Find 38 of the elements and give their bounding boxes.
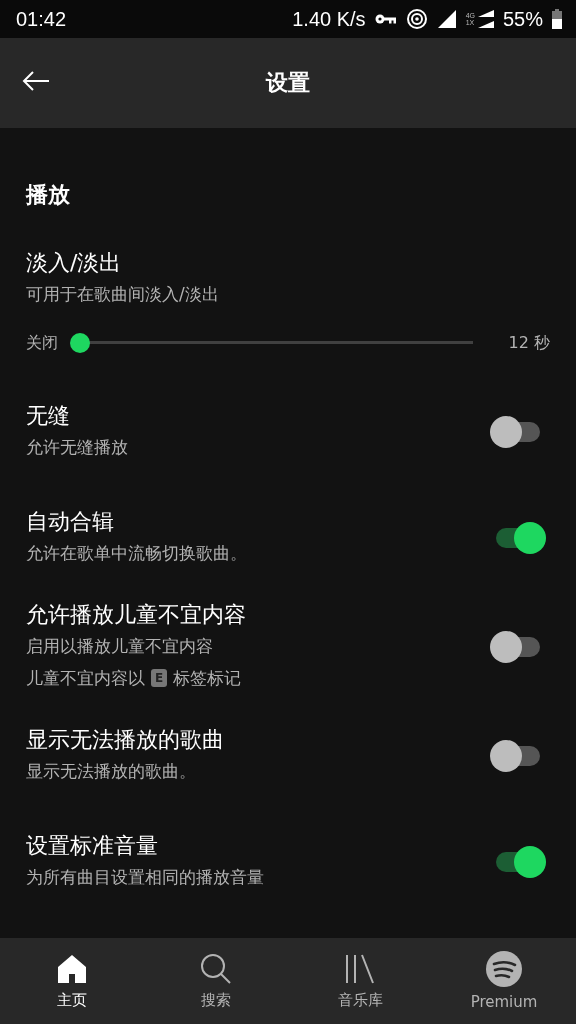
key-icon (374, 13, 397, 25)
network-speed: 1.40 K/s (292, 7, 366, 31)
logo-icon (486, 951, 522, 987)
explicit-tag: E (151, 669, 168, 687)
nav-tab[interactable]: 搜索 (144, 938, 288, 1024)
battery-icon (552, 9, 562, 29)
nav-tab[interactable]: 主页 (0, 938, 144, 1024)
slider-max-label: 12 秒 (508, 332, 550, 354)
setting-description: 为所有曲目设置相同的播放音量 (26, 866, 264, 889)
nav-tab[interactable]: Premium (432, 938, 576, 1024)
signal-icon (477, 9, 494, 29)
setting-description: 允许在歌单中流畅切换歌曲。 (26, 542, 247, 565)
setting-description: 允许无缝播放 (26, 436, 128, 459)
slider-min-label: 关闭 (26, 332, 58, 354)
battery-percent: 55% (502, 7, 543, 31)
setting-title: 淡入/淡出 (26, 249, 123, 277)
home-icon (56, 952, 88, 985)
setting-title: 自动合辑 (26, 508, 115, 536)
search-icon (200, 952, 232, 985)
setting-title: 设置标准音量 (26, 832, 159, 860)
setting-title: 允许播放儿童不宜内容 (26, 601, 246, 629)
setting-description: 可用于在歌曲间淡入/淡出 (26, 283, 220, 306)
setting-title: 显示无法播放的歌曲 (26, 726, 224, 754)
library-icon (344, 952, 376, 985)
slider[interactable] (70, 333, 473, 353)
nav-tab[interactable]: 音乐库 (288, 938, 432, 1024)
setting-description: 显示无法播放的歌曲。 (26, 760, 197, 783)
back-arrow-icon (22, 71, 50, 91)
hotspot-icon (405, 8, 428, 30)
setting-description: 标签标记 (173, 667, 242, 690)
signal-icon (436, 9, 457, 29)
setting-description: 启用以播放儿童不宜内容 (26, 635, 214, 658)
slider-thumb[interactable] (70, 333, 90, 353)
page-title: 设置 (266, 69, 310, 97)
setting-description: 儿童不宜内容以 (26, 667, 145, 690)
status-time: 01:42 (16, 7, 67, 31)
setting-title: 无缝 (26, 402, 71, 430)
section-title: 播放 (26, 181, 71, 209)
